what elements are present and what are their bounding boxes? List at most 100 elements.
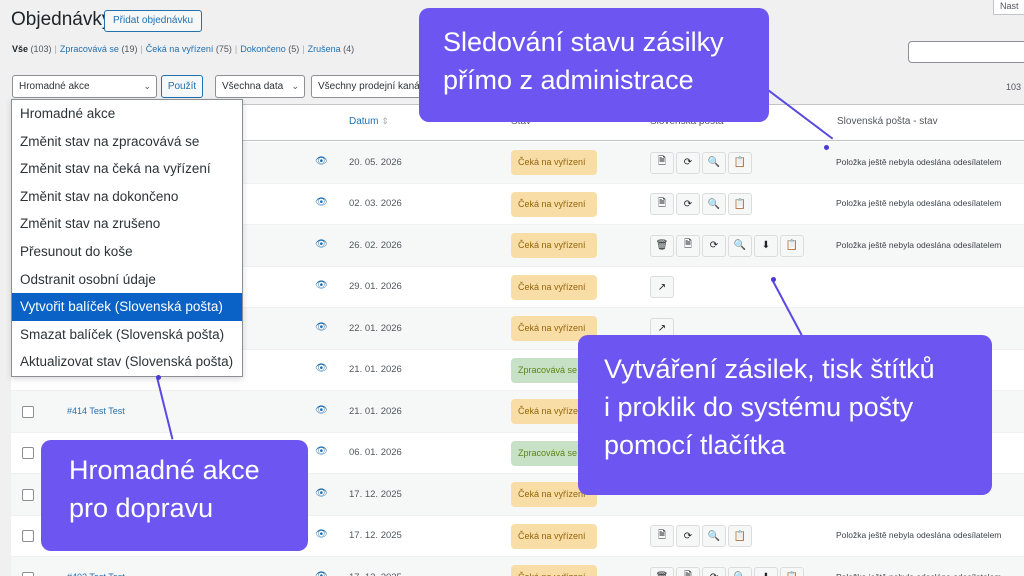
status-badge: Čeká na vyřízení xyxy=(511,150,597,176)
eye-icon[interactable]: 👁 xyxy=(315,197,328,208)
chevron-down-icon: ⌄ xyxy=(291,81,299,91)
bulk-menu-item[interactable]: Vytvořit balíček (Slovenská pošta) xyxy=(12,293,242,321)
view-all[interactable]: Vše (103) xyxy=(12,44,52,54)
row-checkbox[interactable] xyxy=(22,571,34,576)
row-checkbox[interactable] xyxy=(22,530,34,543)
order-date: 17. 12. 2025 xyxy=(349,488,402,500)
bulk-menu-item[interactable]: Odstranit osobní údaje xyxy=(12,266,242,294)
post-actions: 🗎 ⟳ 🔍 📋 xyxy=(650,525,752,548)
search-icon[interactable]: 🔍 xyxy=(702,193,726,216)
order-date: 21. 01. 2026 xyxy=(349,364,402,376)
bulk-menu-item[interactable]: Smazat balíček (Slovenská pošta) xyxy=(12,321,242,349)
order-link[interactable]: #414 Test Test xyxy=(67,406,125,416)
order-date: 06. 01. 2026 xyxy=(349,447,402,459)
external-link-icon[interactable]: ↗ xyxy=(650,276,674,299)
view-completed[interactable]: Dokončeno (5) xyxy=(240,44,299,54)
item-count: 103 xyxy=(1006,82,1022,92)
label-icon[interactable]: 📋 xyxy=(728,151,752,174)
status-badge: Čeká na vyřízení xyxy=(511,233,597,259)
view-on-hold[interactable]: Čeká na vyřízení (75) xyxy=(146,44,232,54)
document-icon[interactable]: 🗎 xyxy=(650,193,674,216)
eye-icon[interactable]: 👁 xyxy=(315,239,328,250)
status-badge: Čeká na vyřízení xyxy=(511,523,597,549)
order-date: 29. 01. 2026 xyxy=(349,281,402,293)
chevron-down-icon: ⌄ xyxy=(143,81,151,91)
eye-icon[interactable]: 👁 xyxy=(315,280,328,291)
refresh-icon[interactable]: ⟳ xyxy=(702,566,726,576)
post-actions: 🗑🗎⟳🔍⬇📋 xyxy=(650,566,804,576)
eye-icon[interactable]: 👁 xyxy=(315,488,328,499)
label-icon[interactable]: 📋 xyxy=(780,234,804,257)
document-icon[interactable]: 🗎 xyxy=(650,151,674,174)
post-status-text: Položka ještě nebyla odeslána odesílatel… xyxy=(836,239,1002,250)
document-icon[interactable]: 🗎 xyxy=(676,566,700,576)
order-link[interactable]: #402 Test Test xyxy=(67,572,125,576)
post-status-text: Položka ještě nebyla odeslána odesílatel… xyxy=(836,530,1002,541)
view-processing[interactable]: Zpracovává se (19) xyxy=(60,44,138,54)
date-filter-select[interactable]: Všechna data ⌄ xyxy=(215,75,305,98)
search-input[interactable] xyxy=(908,41,1024,63)
add-order-button[interactable]: Přidat objednávku xyxy=(104,10,203,32)
download-icon[interactable]: ⬇ xyxy=(754,566,778,576)
refresh-icon[interactable]: ⟳ xyxy=(702,234,726,257)
order-date: 02. 03. 2026 xyxy=(349,198,402,210)
connector-dot xyxy=(771,277,776,282)
column-header-date[interactable]: Datum ⇕ xyxy=(349,116,389,127)
bulk-menu-item[interactable]: Hromadné akce xyxy=(12,100,242,128)
eye-icon[interactable]: 👁 xyxy=(315,363,328,374)
screen-options-button[interactable]: Nast xyxy=(993,0,1024,15)
post-actions: 🗎 ⟳ 🔍 📋 xyxy=(650,151,752,174)
row-checkbox[interactable] xyxy=(22,488,34,501)
download-icon[interactable]: ⬇ xyxy=(754,234,778,257)
callout-tracking: Sledování stavu zásilky přímo z administ… xyxy=(419,8,769,122)
trash-icon[interactable]: 🗑 xyxy=(650,566,674,576)
refresh-icon[interactable]: ⟳ xyxy=(676,193,700,216)
order-date: 22. 01. 2026 xyxy=(349,322,402,334)
eye-icon[interactable]: 👁 xyxy=(315,322,328,333)
eye-icon[interactable]: 👁 xyxy=(315,405,328,416)
search-icon[interactable]: 🔍 xyxy=(728,566,752,576)
bulk-menu-item[interactable]: Změnit stav na zrušeno xyxy=(12,210,242,238)
label-icon[interactable]: 📋 xyxy=(780,566,804,576)
bulk-menu-item[interactable]: Aktualizovat stav (Slovenská pošta) xyxy=(12,348,242,376)
status-badge: Čeká na vyřízení xyxy=(511,274,597,300)
order-date: 17. 12. 2025 xyxy=(349,572,402,576)
bulk-menu-item[interactable]: Přesunout do koše xyxy=(12,238,242,266)
bulk-actions-select[interactable]: Hromadné akce ⌄ xyxy=(12,75,157,98)
eye-icon[interactable]: 👁 xyxy=(315,529,328,540)
order-date: 17. 12. 2025 xyxy=(349,530,402,542)
post-status-text: Položka ještě nebyla odeslána odesílatel… xyxy=(836,198,1002,209)
column-header-post-status: Slovenská pošta - stav xyxy=(837,116,938,127)
bulk-actions-menu[interactable]: Hromadné akce Změnit stav na zpracovává s… xyxy=(11,99,243,377)
post-actions: 🗑🗎⟳🔍⬇📋 xyxy=(650,234,804,257)
status-badge: Čeká na vyřízení xyxy=(511,191,597,217)
label-icon[interactable]: 📋 xyxy=(728,525,752,548)
row-checkbox[interactable] xyxy=(22,447,34,460)
bulk-menu-item[interactable]: Změnit stav na zpracovává se xyxy=(12,128,242,156)
apply-button[interactable]: Použít xyxy=(161,75,203,98)
document-icon[interactable]: 🗎 xyxy=(676,234,700,257)
eye-icon[interactable]: 👁 xyxy=(315,446,328,457)
status-views: Vše (103) | Zpracovává se (19) | Čeká na vyř… xyxy=(12,44,355,54)
eye-icon[interactable]: 👁 xyxy=(315,571,328,576)
status-badge: Čeká na vyřízení xyxy=(511,565,597,576)
bulk-menu-item[interactable]: Změnit stav na čeká na vyřízení xyxy=(12,155,242,183)
callout-bulk: Hromadné akce pro dopravu xyxy=(41,440,308,551)
search-icon[interactable]: 🔍 xyxy=(728,234,752,257)
channel-filter-select[interactable]: Všechny prodejní kaná xyxy=(311,75,423,98)
trash-icon[interactable]: 🗑 xyxy=(650,234,674,257)
search-icon[interactable]: 🔍 xyxy=(702,151,726,174)
search-icon[interactable]: 🔍 xyxy=(702,525,726,548)
page-title: Objednávky xyxy=(11,9,112,30)
document-icon[interactable]: 🗎 xyxy=(650,525,674,548)
bulk-menu-item[interactable]: Změnit stav na dokončeno xyxy=(12,183,242,211)
post-actions: ↗ xyxy=(650,276,674,299)
eye-icon[interactable]: 👁 xyxy=(315,156,328,167)
label-icon[interactable]: 📋 xyxy=(728,193,752,216)
refresh-icon[interactable]: ⟳ xyxy=(676,151,700,174)
table-row[interactable]: #402 Test Test 👁 17. 12. 2025 Čeká na vyříz… xyxy=(11,557,1024,576)
row-checkbox[interactable] xyxy=(22,405,34,418)
post-status-text: Položka ještě nebyla odeslána odesílatel… xyxy=(836,156,1002,167)
refresh-icon[interactable]: ⟳ xyxy=(676,525,700,548)
view-cancelled[interactable]: Zrušena (4) xyxy=(308,44,355,54)
